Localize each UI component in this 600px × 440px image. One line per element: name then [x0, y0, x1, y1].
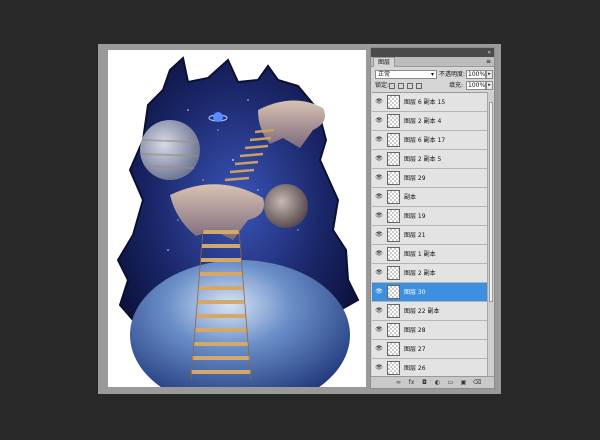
- panel-title-bar[interactable]: »: [371, 48, 494, 57]
- lock-move-icon[interactable]: [407, 82, 413, 89]
- visibility-eye-icon[interactable]: 👁: [375, 155, 383, 163]
- lock-row: 锁定: 填充: 100% ▸: [375, 81, 493, 91]
- layer-thumbnail: [387, 285, 400, 299]
- lock-transparent-icon[interactable]: [389, 82, 395, 89]
- visibility-eye-icon[interactable]: 👁: [375, 212, 383, 220]
- fill-label: 填充:: [449, 82, 464, 89]
- chevron-down-icon: ▾: [430, 71, 434, 78]
- folder-icon[interactable]: ▭: [447, 379, 454, 386]
- opacity-slider-button[interactable]: ▸: [486, 70, 493, 79]
- layer-row[interactable]: 👁 图层 21: [372, 226, 487, 245]
- layer-thumbnail: [387, 228, 400, 242]
- layer-name: 图层 19: [404, 213, 426, 220]
- layer-name: 图层 28: [404, 327, 426, 334]
- layer-thumbnail: [387, 266, 400, 280]
- panel-menu-icon[interactable]: ≡: [486, 57, 491, 66]
- layer-row[interactable]: 👁 图层 6 副本 17: [372, 131, 487, 150]
- document-canvas[interactable]: [108, 50, 366, 387]
- fx-icon[interactable]: fx: [408, 379, 415, 386]
- visibility-eye-icon[interactable]: 👁: [375, 136, 383, 144]
- lock-paint-icon[interactable]: [398, 82, 404, 89]
- layer-name: 图层 27: [404, 346, 426, 353]
- layer-row[interactable]: 👁 图层 29: [372, 169, 487, 188]
- layer-row[interactable]: 👁 图层 28: [372, 321, 487, 340]
- visibility-eye-icon[interactable]: 👁: [375, 345, 383, 353]
- lock-label: 锁定:: [375, 82, 390, 89]
- layer-row[interactable]: 👁 图层 30: [372, 283, 487, 302]
- adjustment-icon[interactable]: ◐: [434, 379, 441, 386]
- layer-thumbnail: [387, 95, 400, 109]
- scrollbar-thumb[interactable]: [489, 102, 493, 302]
- layer-name: 图层 2 副本 4: [404, 118, 442, 125]
- visibility-eye-icon[interactable]: 👁: [375, 364, 383, 372]
- visibility-eye-icon[interactable]: 👁: [375, 193, 383, 201]
- layer-name: 图层 22 副本: [404, 308, 440, 315]
- visibility-eye-icon[interactable]: 👁: [375, 231, 383, 239]
- layer-row[interactable]: 👁 图层 22 副本: [372, 302, 487, 321]
- visibility-eye-icon[interactable]: 👁: [375, 288, 383, 296]
- layer-thumbnail: [387, 171, 400, 185]
- layer-row[interactable]: 👁 图层 27: [372, 340, 487, 359]
- trash-icon[interactable]: ⌫: [473, 379, 481, 386]
- layer-thumbnail: [387, 361, 400, 375]
- layer-row[interactable]: 👁 图层 2 副本 5: [372, 150, 487, 169]
- layer-row[interactable]: 👁 图层 1 副本: [372, 245, 487, 264]
- layer-name: 图层 6 副本 17: [404, 137, 446, 144]
- layer-thumbnail: [387, 247, 400, 261]
- panel-footer: ∞ fx ◘ ◐ ▭ ▣ ⌫: [371, 376, 494, 388]
- layer-name: 图层 2 副本: [404, 270, 436, 277]
- layer-thumbnail: [387, 190, 400, 204]
- layer-thumbnail: [387, 342, 400, 356]
- fill-slider-button[interactable]: ▸: [486, 81, 493, 90]
- layer-thumbnail: [387, 209, 400, 223]
- layer-name: 图层 1 副本: [404, 251, 436, 258]
- lock-all-icon[interactable]: [416, 82, 422, 89]
- visibility-eye-icon[interactable]: 👁: [375, 174, 383, 182]
- collapse-icon[interactable]: »: [487, 49, 491, 56]
- opacity-field[interactable]: 100%: [466, 70, 486, 79]
- visibility-eye-icon[interactable]: 👁: [375, 250, 383, 258]
- visibility-eye-icon[interactable]: 👁: [375, 326, 383, 334]
- tab-layers[interactable]: 图层: [373, 57, 396, 67]
- layer-name: 图层 2 副本 5: [404, 156, 442, 163]
- lock-icons: [389, 81, 425, 90]
- artwork-image: [116, 56, 360, 387]
- layer-thumbnail: [387, 133, 400, 147]
- layer-thumbnail: [387, 304, 400, 318]
- visibility-eye-icon[interactable]: 👁: [375, 117, 383, 125]
- blend-mode-value: 正常: [378, 71, 391, 78]
- layer-name: 图层 30: [404, 289, 426, 296]
- layer-name: 图层 29: [404, 175, 426, 182]
- visibility-eye-icon[interactable]: 👁: [375, 98, 383, 106]
- new-layer-icon[interactable]: ▣: [460, 379, 467, 386]
- layer-name: 副本: [404, 194, 417, 201]
- layer-thumbnail: [387, 323, 400, 337]
- layer-thumbnail: [387, 152, 400, 166]
- layer-thumbnail: [387, 114, 400, 128]
- layer-name: 图层 21: [404, 232, 426, 239]
- layer-list: 👁 图层 6 副本 15 👁 图层 2 副本 4 👁 图层 6 副本 17 👁 图层 2 副本…: [372, 92, 487, 379]
- blend-row: 正常 ▾ 不透明度: 100% ▸: [375, 70, 493, 80]
- opacity-label: 不透明度:: [439, 71, 466, 78]
- link-icon[interactable]: ∞: [395, 379, 402, 386]
- mask-icon[interactable]: ◘: [421, 379, 428, 386]
- layer-name: 图层 6 副本 15: [404, 99, 446, 106]
- layer-row[interactable]: 👁 图层 2 副本: [372, 264, 487, 283]
- panel-tabs: 图层 ≡: [371, 57, 494, 67]
- layer-row[interactable]: 👁 副本: [372, 188, 487, 207]
- layer-row[interactable]: 👁 图层 2 副本 4: [372, 112, 487, 131]
- visibility-eye-icon[interactable]: 👁: [375, 269, 383, 277]
- blend-mode-select[interactable]: 正常 ▾: [375, 70, 437, 79]
- layer-row[interactable]: 👁 图层 19: [372, 207, 487, 226]
- visibility-eye-icon[interactable]: 👁: [375, 307, 383, 315]
- fill-field[interactable]: 100%: [466, 81, 486, 90]
- layers-panel: » 图层 ≡ 正常 ▾ 不透明度: 100% ▸ 锁定: 填充: 100% ▸ …: [370, 47, 495, 389]
- layer-row[interactable]: 👁 图层 6 副本 15: [372, 93, 487, 112]
- layer-scrollbar[interactable]: [487, 92, 494, 378]
